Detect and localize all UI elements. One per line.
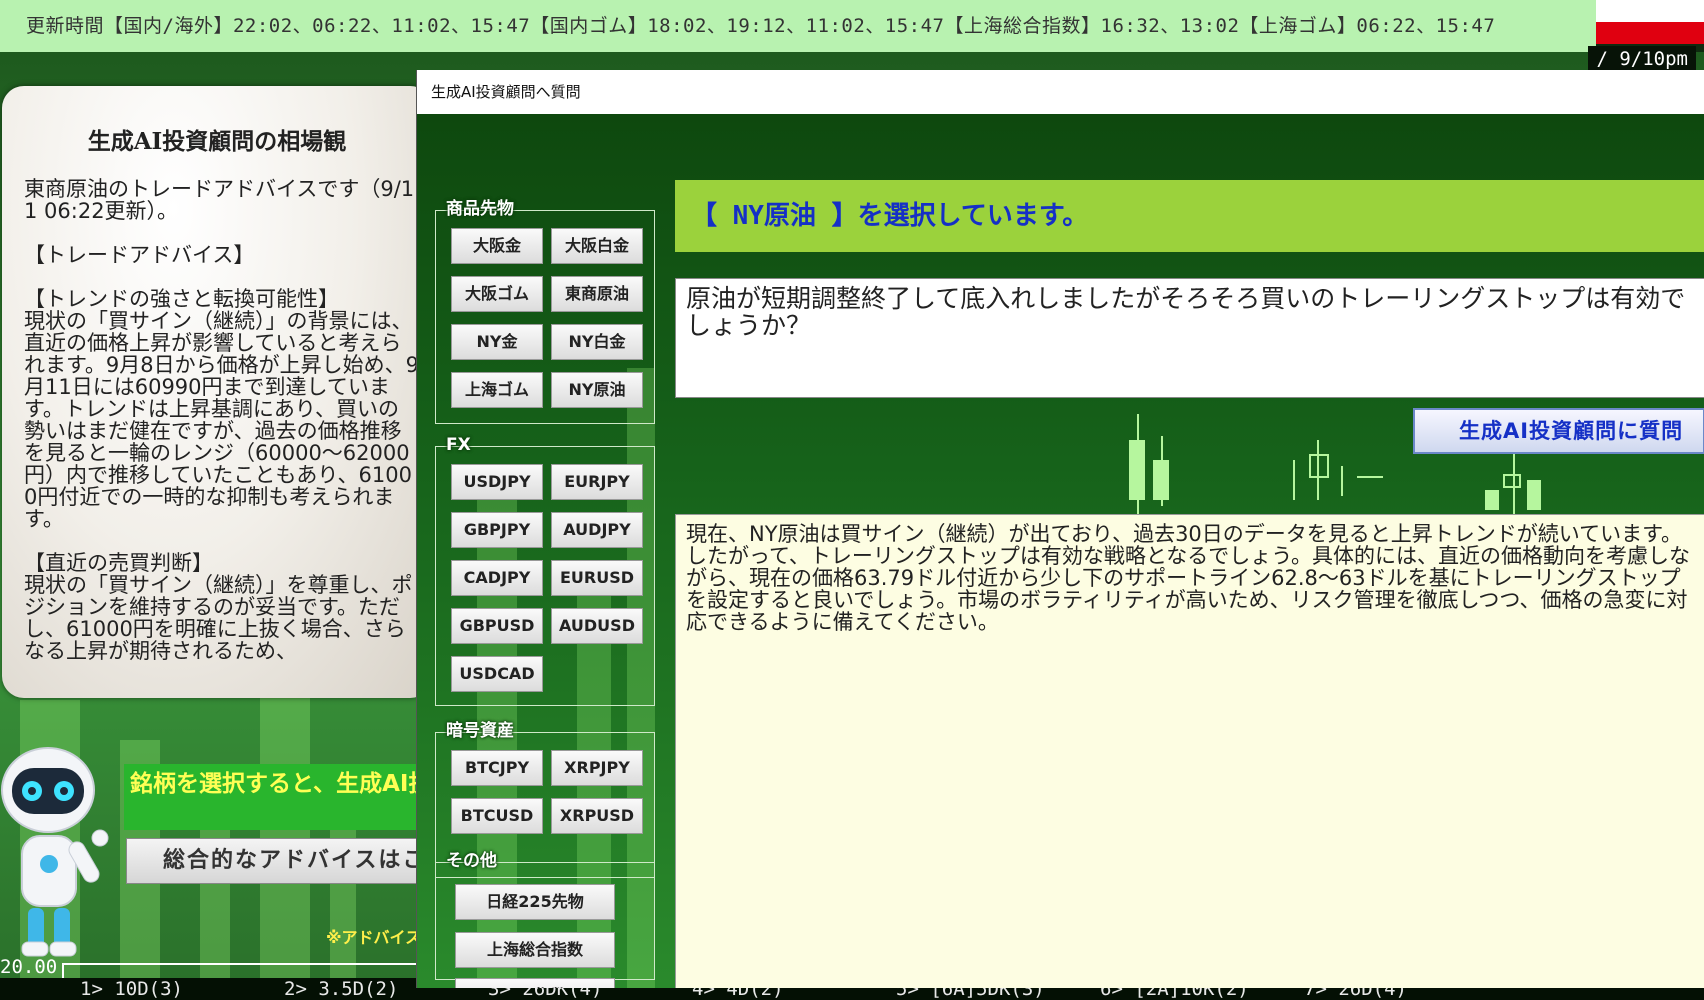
robot-mascot-icon (1, 747, 109, 957)
symbol-button[interactable]: 上海総合指数 (455, 932, 615, 968)
symbol-button[interactable]: 上海ゴム (451, 372, 543, 408)
symbol-button[interactable]: 大阪白金 (551, 228, 643, 264)
symbol-button[interactable]: BTCUSD (451, 798, 543, 834)
symbol-button[interactable]: USDJPY (451, 464, 543, 500)
date-readout: / 9/10pm (1588, 46, 1696, 72)
symbol-button[interactable]: AUDJPY (551, 512, 643, 548)
update-time-ticker: 更新時間【国内/海外】22:02、06:22、11:02、15:47【国内ゴム】… (0, 0, 1596, 52)
group-label-other: その他 (446, 851, 497, 871)
symbol-button[interactable]: BTCJPY (451, 750, 543, 786)
advisor-title: 生成AI投資顧問の相場観 (87, 128, 347, 155)
group-label-fx: FX (446, 435, 471, 455)
symbol-button[interactable]: EURUSD (551, 560, 643, 596)
symbol-button[interactable]: 日経225先物 (455, 884, 615, 920)
symbol-button[interactable]: 東商原油 (551, 276, 643, 312)
symbol-button[interactable]: EURJPY (551, 464, 643, 500)
symbol-button[interactable]: NY原油 (551, 372, 643, 408)
selected-symbol-header: 【 NY原油 】を選択しています。 (675, 180, 1704, 252)
indicator-item[interactable]: 1> 10D(3) (80, 978, 183, 1000)
symbol-button[interactable]: AUDUSD (551, 608, 643, 644)
dialog-body: 商品先物 大阪金 大阪白金 大阪ゴム 東商原油 NY金 NY白金 上海ゴム NY… (417, 114, 1704, 988)
advisor-outlook-panel: 生成AI投資顧問の相場観 東商原油のトレードアドバイスです（9/11 06:22… (2, 86, 432, 698)
dialog-title: 生成AI投資顧問へ質問 (417, 70, 1704, 114)
group-label-crypto: 暗号資産 (446, 721, 514, 741)
topbar-right-alert (1596, 22, 1704, 44)
symbol-button[interactable]: NY白金 (551, 324, 643, 360)
ask-ai-button[interactable]: 生成AI投資顧問に質問 (1413, 408, 1704, 454)
symbol-button[interactable]: XRPJPY (551, 750, 643, 786)
symbol-button[interactable]: ドル指数 (455, 978, 615, 988)
symbol-button[interactable]: XRPUSD (551, 798, 643, 834)
answer-output: 現在、NY原油は買サイン（継続）が出ており、過去30日のデータを見ると上昇トレン… (675, 514, 1704, 988)
group-label-commodities: 商品先物 (446, 199, 514, 219)
chart-axis-line (62, 963, 422, 979)
question-input[interactable]: 原油が短期調整終了して底入れしましたがそろそろ買いのトレーリングストップは有効で… (675, 278, 1704, 398)
symbol-button[interactable]: 大阪金 (451, 228, 543, 264)
select-symbol-hint: 銘柄を選択すると、生成AI投資顧問からのアドバイスが表示されます。 (124, 764, 424, 830)
axis-value: 20.00 (0, 956, 58, 978)
advice-note: ※アドバイス (326, 928, 422, 947)
ai-question-dialog: 生成AI投資顧問へ質問 商品先物 大阪金 大阪白金 大阪ゴム 東商原油 NY金 … (416, 70, 1704, 988)
symbol-button[interactable]: CADJPY (451, 560, 543, 596)
advisor-body-text: 東商原油のトレードアドバイスです（9/11 06:22更新）。 【トレードアドバ… (24, 177, 419, 663)
symbol-button[interactable]: GBPJPY (451, 512, 543, 548)
symbol-button[interactable]: GBPUSD (451, 608, 543, 644)
topbar-right-panel (1596, 0, 1704, 22)
symbol-button[interactable]: 大阪ゴム (451, 276, 543, 312)
overall-advice-button[interactable]: 総合的なアドバイスはこちら (126, 838, 426, 884)
indicator-item[interactable]: 2> 3.5D(2) (284, 978, 398, 1000)
symbol-button[interactable]: NY金 (451, 324, 543, 360)
symbol-button[interactable]: USDCAD (451, 656, 543, 692)
